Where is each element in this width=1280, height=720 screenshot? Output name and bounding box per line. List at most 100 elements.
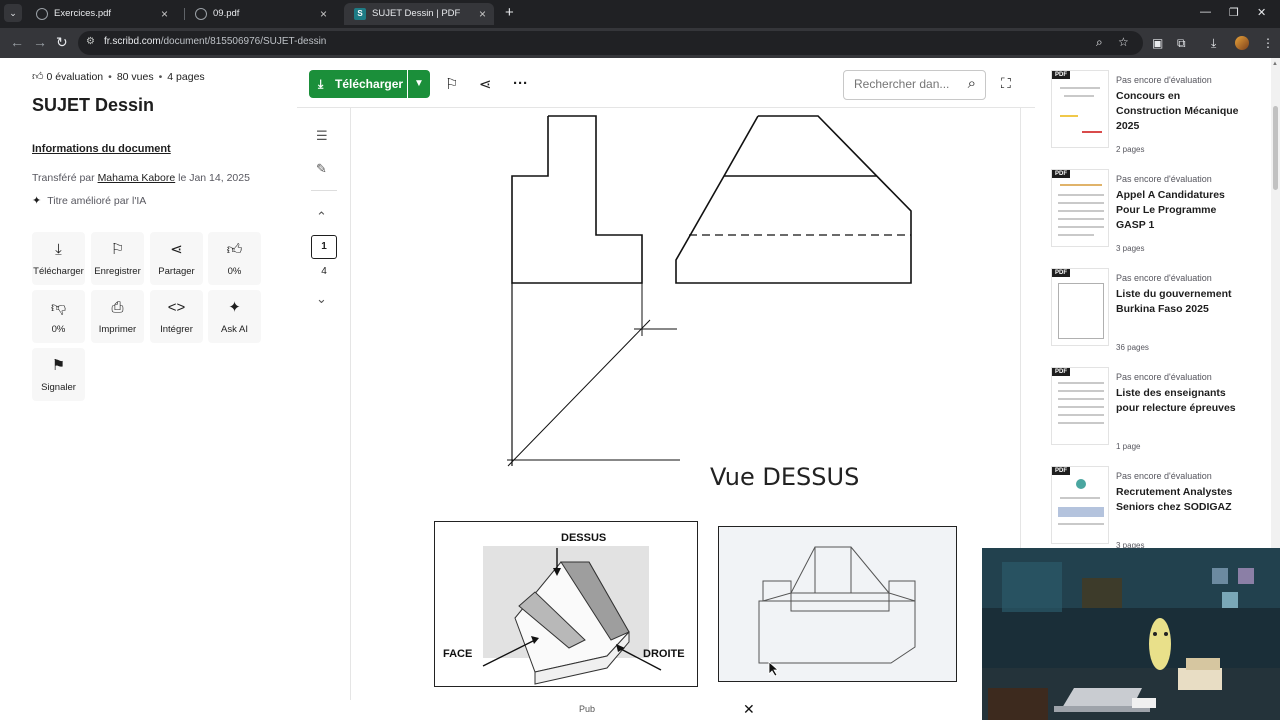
close-tab-icon[interactable]: × bbox=[479, 3, 486, 25]
ask-ai-button[interactable]: ✦ Ask AI bbox=[208, 290, 261, 343]
recommendation-title[interactable]: Liste des enseignants pour relecture épr… bbox=[1116, 386, 1241, 416]
globe-icon bbox=[36, 8, 48, 20]
scroll-up-arrow-icon[interactable]: ▲ bbox=[1272, 61, 1278, 67]
document-meta: 👍︎ 0 évaluation • 80 vues • 4 pages bbox=[32, 71, 205, 83]
save-action-button[interactable]: ⚐ Enregistrer bbox=[91, 232, 144, 285]
bookmark-icon: ⚐ bbox=[110, 241, 125, 258]
fullscreen-icon[interactable]: ⛶ bbox=[1001, 75, 1011, 92]
embed-action-button[interactable]: <> Intégrer bbox=[150, 290, 203, 343]
recommendation-title[interactable]: Appel A Candidatures Pour Le Programme G… bbox=[1116, 188, 1241, 233]
document-thumbnail: PDF bbox=[1051, 169, 1109, 247]
download-action-button[interactable]: ⤓ Télécharger bbox=[32, 232, 85, 285]
uploaded-by: Transféré par Mahama Kabore le Jan 14, 2… bbox=[32, 172, 250, 184]
recommendation-card[interactable]: PDF Pas encore d'évaluation Concours en … bbox=[1051, 64, 1266, 154]
document-info-panel: 👍︎ 0 évaluation • 80 vues • 4 pages SUJET Des… bbox=[0, 58, 296, 720]
tab-title: Exercices.pdf bbox=[54, 8, 112, 19]
rail-divider bbox=[311, 190, 337, 191]
recommendation-title[interactable]: Recrutement Analystes Seniors chez SODIG… bbox=[1116, 485, 1241, 515]
viewer-side-rail: ☰ ✎ ⌃ 1 4 ⌄ bbox=[297, 108, 351, 700]
page-count: 36 pages bbox=[1116, 343, 1149, 352]
document-title: SUJET Dessin bbox=[32, 95, 155, 115]
profile-avatar[interactable] bbox=[1235, 36, 1249, 50]
recommendation-title[interactable]: Concours en Construction Mécanique 2025 bbox=[1116, 89, 1241, 134]
bookmark-icon[interactable]: ⚐ bbox=[445, 75, 458, 93]
page-count: 4 pages bbox=[167, 71, 205, 83]
restore-button[interactable]: ❐ bbox=[1229, 6, 1239, 19]
download-button[interactable]: ⤓ Télécharger bbox=[309, 70, 407, 98]
recommendation-card[interactable]: PDF Pas encore d'évaluation Liste des en… bbox=[1051, 361, 1266, 451]
close-tab-icon[interactable]: × bbox=[161, 3, 168, 25]
reload-icon[interactable]: ↻ bbox=[56, 34, 68, 51]
author-link[interactable]: Mahama Kabore bbox=[98, 172, 176, 184]
minimize-button[interactable]: — bbox=[1200, 6, 1211, 18]
share-action-button[interactable]: ⋖ Partager bbox=[150, 232, 203, 285]
pdf-badge: PDF bbox=[1052, 170, 1070, 178]
zoom-icon[interactable]: ⌕ bbox=[1096, 35, 1103, 50]
mouse-cursor-icon bbox=[768, 661, 780, 677]
sparkle-icon: ✦ bbox=[32, 195, 42, 207]
more-options-icon[interactable]: ··· bbox=[513, 75, 528, 92]
url-field[interactable]: ⚙ fr.scribd.com/document/815506976/SUJET… bbox=[78, 31, 1143, 55]
tab-sujet-dessin[interactable]: S SUJET Dessin | PDF × bbox=[344, 3, 494, 25]
view-label: Vue DESSUS bbox=[710, 463, 860, 491]
ad-bar: Pub ✕ bbox=[297, 700, 1035, 720]
viewer-toolbar: ⤓ Télécharger ▼ ⚐ ⋖ ··· ⌕ ⛶ bbox=[297, 58, 1035, 108]
bookmark-star-icon[interactable]: ☆ bbox=[1118, 35, 1129, 49]
download-icon: ⤓ bbox=[55, 241, 62, 258]
embed-icon: <> bbox=[167, 299, 186, 316]
annotate-icon[interactable]: ✎ bbox=[316, 161, 327, 177]
menu-icon[interactable]: ⋮ bbox=[1262, 36, 1274, 50]
recommendation-title[interactable]: Liste du gouvernement Burkina Faso 2025 bbox=[1116, 287, 1241, 317]
url-text: fr.scribd.com/document/815506976/SUJET-d… bbox=[104, 36, 327, 47]
total-pages: 4 bbox=[321, 266, 327, 277]
rating-count: 0 évaluation bbox=[46, 71, 104, 83]
chevron-up-icon[interactable]: ⌃ bbox=[316, 209, 327, 225]
table-of-contents-icon[interactable]: ☰ bbox=[316, 128, 328, 144]
tab-search-button[interactable]: ⌄ bbox=[4, 4, 22, 22]
document-thumbnail: PDF bbox=[1051, 268, 1109, 346]
search-icon[interactable]: ⌕ bbox=[968, 75, 976, 92]
scrollbar-thumb[interactable] bbox=[1273, 106, 1278, 190]
close-ad-button[interactable]: ✕ bbox=[743, 701, 755, 718]
scribd-icon: S bbox=[354, 8, 366, 20]
pdf-badge: PDF bbox=[1052, 368, 1070, 376]
ad-label: Pub bbox=[579, 704, 596, 714]
media-icon[interactable]: ▣ bbox=[1152, 36, 1163, 50]
rating-status: Pas encore d'évaluation bbox=[1116, 372, 1212, 382]
download-dropdown-button[interactable]: ▼ bbox=[408, 70, 430, 98]
chevron-down-icon[interactable]: ⌄ bbox=[316, 291, 327, 307]
site-info-icon[interactable]: ⚙ bbox=[86, 36, 98, 48]
new-tab-button[interactable]: + bbox=[505, 5, 514, 21]
extensions-icon[interactable]: ⧉ bbox=[1177, 36, 1186, 51]
iso-label-front: FACE bbox=[443, 648, 473, 660]
back-icon[interactable]: ← bbox=[10, 34, 24, 50]
document-page: Vue DESSUS DESSUS FACE DROITE bbox=[352, 108, 1020, 700]
recommendation-card[interactable]: PDF Pas encore d'évaluation Appel A Cand… bbox=[1051, 163, 1266, 253]
rating-status: Pas encore d'évaluation bbox=[1116, 273, 1212, 283]
report-action-button[interactable]: ⚑ Signaler bbox=[32, 348, 85, 401]
rating-status: Pas encore d'évaluation bbox=[1116, 174, 1212, 184]
recommendation-card[interactable]: PDF Pas encore d'évaluation Liste du gou… bbox=[1051, 262, 1266, 352]
tab-09pdf[interactable]: 09.pdf × bbox=[185, 3, 335, 25]
share-icon[interactable]: ⋖ bbox=[479, 75, 492, 93]
page-count: 2 pages bbox=[1116, 145, 1145, 154]
document-info-link[interactable]: Informations du document bbox=[32, 143, 171, 155]
close-window-button[interactable]: ✕ bbox=[1257, 6, 1266, 19]
tab-exercices[interactable]: Exercices.pdf × bbox=[26, 3, 176, 25]
tab-title: SUJET Dessin | PDF bbox=[372, 8, 461, 19]
downvote-button[interactable]: 👎︎ 0% bbox=[32, 290, 85, 343]
ai-title-note: ✦ Titre amélioré par l'IA bbox=[32, 195, 147, 207]
pdf-badge: PDF bbox=[1052, 269, 1070, 277]
print-action-button[interactable]: ⎙ Imprimer bbox=[91, 290, 144, 343]
upvote-button[interactable]: 👍︎ 0% bbox=[208, 232, 261, 285]
downloads-icon[interactable]: ⤓ bbox=[1211, 36, 1216, 51]
search-input[interactable] bbox=[854, 77, 954, 91]
recommendation-card[interactable]: PDF Pas encore d'évaluation Recrutement … bbox=[1051, 460, 1266, 550]
webcam-overlay bbox=[982, 548, 1280, 720]
current-page-input[interactable]: 1 bbox=[311, 235, 337, 259]
document-thumbnail: PDF bbox=[1051, 466, 1109, 544]
forward-icon[interactable]: → bbox=[33, 34, 47, 50]
close-tab-icon[interactable]: × bbox=[320, 3, 327, 25]
rating-status: Pas encore d'évaluation bbox=[1116, 471, 1212, 481]
page-count: 1 page bbox=[1116, 442, 1141, 451]
